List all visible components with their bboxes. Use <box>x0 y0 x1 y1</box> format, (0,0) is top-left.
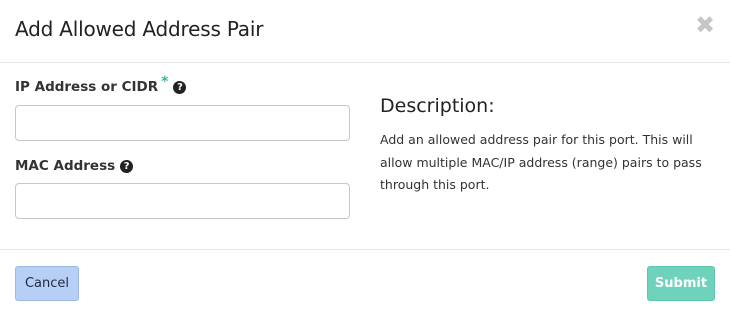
ip-address-input[interactable] <box>15 105 350 141</box>
modal-footer: Cancel Submit <box>0 249 730 316</box>
required-marker: * <box>161 74 169 90</box>
submit-button[interactable]: Submit <box>647 266 715 301</box>
modal-title: Add Allowed Address Pair <box>15 17 264 41</box>
modal-body: IP Address or CIDR * ? MAC Address ? Des… <box>0 63 730 249</box>
description-title: Description: <box>380 95 495 117</box>
ip-address-label: IP Address or CIDR * ? <box>15 74 187 95</box>
modal-header: Add Allowed Address Pair ✖ <box>0 0 730 63</box>
description-text: Add an allowed address pair for this por… <box>380 132 702 192</box>
mac-address-input[interactable] <box>15 183 350 219</box>
ip-address-label-text: IP Address or CIDR <box>15 79 159 95</box>
question-circle-icon[interactable]: ? <box>173 80 187 94</box>
close-icon[interactable]: ✖ <box>694 12 716 38</box>
add-allowed-address-pair-modal: Add Allowed Address Pair ✖ IP Address or… <box>0 0 730 316</box>
cancel-button[interactable]: Cancel <box>15 266 79 301</box>
mac-address-label: MAC Address ? <box>15 158 134 174</box>
mac-address-label-text: MAC Address <box>15 158 116 174</box>
question-circle-icon[interactable]: ? <box>120 159 134 173</box>
